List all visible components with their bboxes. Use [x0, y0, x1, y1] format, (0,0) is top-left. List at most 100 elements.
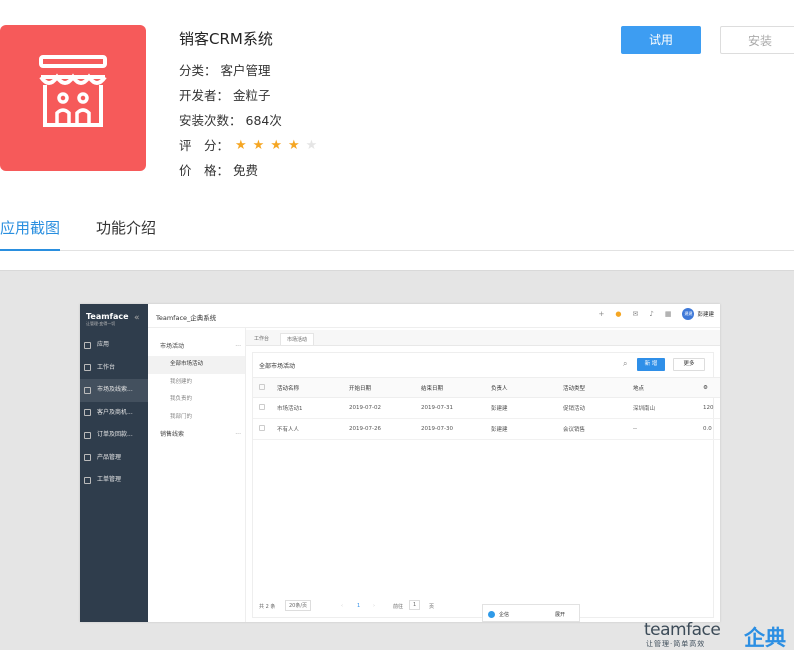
- shot-nav-item: 产品管理: [80, 447, 148, 470]
- shot-nav-item: 市场及线索...: [80, 379, 148, 402]
- table-cell: 2019-07-02: [343, 397, 415, 419]
- table-row: 不有人人 2019-07-26 2019-07-30 彭建建 会议销售 -- 0…: [253, 418, 720, 440]
- ticket-icon: [84, 476, 91, 484]
- shot-goto-label: 前往: [393, 604, 404, 610]
- shot-page-number: 1: [357, 603, 361, 609]
- next-icon: ›: [373, 603, 375, 609]
- table-header: [253, 377, 271, 398]
- shot-chat-bar: 企信 展开: [482, 604, 580, 622]
- customer-icon: [84, 409, 91, 417]
- shot-system-name: Teamface_企典系统: [156, 314, 217, 322]
- shot-logo-text: Teamface: [86, 312, 129, 321]
- shot-group: 市场活动 ···: [148, 338, 245, 356]
- table-cell: 会议销售: [557, 418, 627, 440]
- install-button[interactable]: 安装: [720, 26, 794, 54]
- shot-top-icons: + ● ✉ ♪ ▦ 建建 彭建建: [599, 308, 714, 320]
- star-icon: ★: [287, 138, 300, 153]
- shot-nav-label: 订单及回款...: [97, 431, 133, 438]
- shot-list-panel: 全部市场活动 ⌕ 新 增 更多 活动名称 开始日期 结束日期 负责人 活动类型 …: [252, 352, 720, 618]
- watermark-cn: 企典: [744, 626, 786, 650]
- table-cell: 彭建建: [485, 397, 557, 419]
- table-cell: 不有人人: [271, 418, 343, 440]
- watermark: teamface 让管理·简单高效 企典: [644, 620, 794, 650]
- installs-label: 安装次数：: [179, 113, 242, 128]
- settings-icon: ⚙: [703, 384, 708, 391]
- shot-group-label: 市场活动: [160, 343, 185, 350]
- more-icon: ···: [235, 431, 241, 438]
- shot-page-tab: 工作台: [254, 336, 270, 342]
- shot-list-title: 全部市场活动: [259, 363, 296, 370]
- shot-subnav-item: 我负责的: [170, 396, 193, 402]
- table-header: 结束日期: [415, 377, 485, 398]
- plus-icon: +: [598, 310, 605, 318]
- price-value: 免费: [233, 163, 259, 178]
- app-screenshot[interactable]: Teamface 让管理·变得一切 « 应用 工作台 市场及线索... 客户及商…: [80, 304, 720, 622]
- category-label: 分类：: [179, 63, 217, 78]
- shot-nav-label: 工作台: [97, 363, 116, 371]
- more-icon: ···: [235, 343, 241, 350]
- table-header: ⚙: [697, 377, 720, 398]
- shot-goto-input: 1: [409, 600, 421, 610]
- shot-list-header: 全部市场活动 ⌕ 新 增 更多: [253, 353, 713, 377]
- shot-page-unit: 页: [429, 604, 435, 610]
- shot-nav-label: 市场及线索...: [97, 386, 133, 393]
- storefront-icon: [39, 55, 107, 127]
- mail-icon: ✉: [632, 310, 639, 318]
- try-button[interactable]: 试用: [621, 26, 701, 54]
- star-icon: ★: [270, 138, 282, 153]
- shot-more-button: 更多: [673, 358, 705, 371]
- shot-group-label: 销售线索: [160, 431, 185, 438]
- collapse-icon: «: [134, 313, 140, 323]
- checkbox-icon: [259, 404, 265, 410]
- table-header: 活动类型: [557, 377, 627, 398]
- app-info: 销客CRM系统 分类： 客户管理 开发者： 金粒子 安装次数： 684次 评 分…: [179, 28, 317, 183]
- shot-nav-label: 客户及商机...: [97, 408, 133, 416]
- table-cell: 深圳南山: [627, 397, 697, 419]
- tab-screenshots[interactable]: 应用截图: [0, 218, 61, 251]
- star-icon: ★: [235, 138, 247, 153]
- table-cell: [253, 418, 271, 440]
- developer-label: 开发者：: [179, 88, 230, 103]
- table-cell: --: [627, 418, 697, 440]
- star-icon: ★: [305, 138, 318, 153]
- shot-nav-label: 产品管理: [97, 453, 122, 461]
- star-icon: ★: [252, 138, 265, 153]
- price-label: 价 格：: [179, 163, 230, 178]
- tag-icon: ●: [615, 310, 622, 318]
- bell-icon: ♪: [649, 310, 654, 318]
- developer-value: 金粒子: [233, 88, 271, 103]
- shot-nav-item: 工单管理: [80, 469, 148, 492]
- watermark-brand: teamface: [644, 620, 721, 640]
- developer-row: 开发者： 金粒子: [179, 83, 317, 108]
- table-cell: 2019-07-31: [415, 397, 485, 419]
- table-cell: 促销活动: [557, 397, 627, 419]
- product-icon: [84, 454, 91, 462]
- shot-nav-item: 客户及商机...: [80, 402, 148, 425]
- table-cell: 120: [697, 397, 720, 419]
- market-icon: [84, 386, 91, 394]
- shot-page-tab: 市场活动: [280, 333, 315, 345]
- tab-features[interactable]: 功能介绍: [96, 218, 156, 251]
- shot-nav-item: 应用: [80, 334, 148, 357]
- app-icon: [0, 25, 146, 171]
- shot-nav-label: 工单管理: [97, 476, 122, 483]
- watermark-tagline: 让管理·简单高效: [646, 640, 706, 648]
- table-cell: 0.0: [697, 418, 720, 440]
- shot-subnav-item: 全部市场活动: [148, 356, 245, 374]
- order-icon: [84, 431, 91, 439]
- table-cell: 彭建建: [485, 418, 557, 440]
- table-cell: 2019-07-26: [343, 418, 415, 440]
- shot-per-page: 20条/页: [285, 600, 312, 611]
- workbench-icon: [84, 364, 91, 372]
- shot-page-tabs: 工作台 市场活动: [246, 330, 720, 346]
- shot-user-name: 彭建建: [697, 312, 714, 318]
- table-header: 负责人: [485, 377, 557, 398]
- shot-nav-label: 应用: [97, 341, 110, 348]
- table-cell: [253, 397, 271, 419]
- shot-topbar: Teamface_企典系统 + ● ✉ ♪ ▦ 建建 彭建建: [148, 304, 720, 328]
- table-header-row: 活动名称 开始日期 结束日期 负责人 活动类型 地点 ⚙: [253, 377, 720, 398]
- table-cell: 2019-07-30: [415, 418, 485, 440]
- detail-tabs: 应用截图 功能介绍: [0, 218, 794, 251]
- app-title: 销客CRM系统: [179, 30, 273, 48]
- price-row: 价 格： 免费: [179, 158, 317, 183]
